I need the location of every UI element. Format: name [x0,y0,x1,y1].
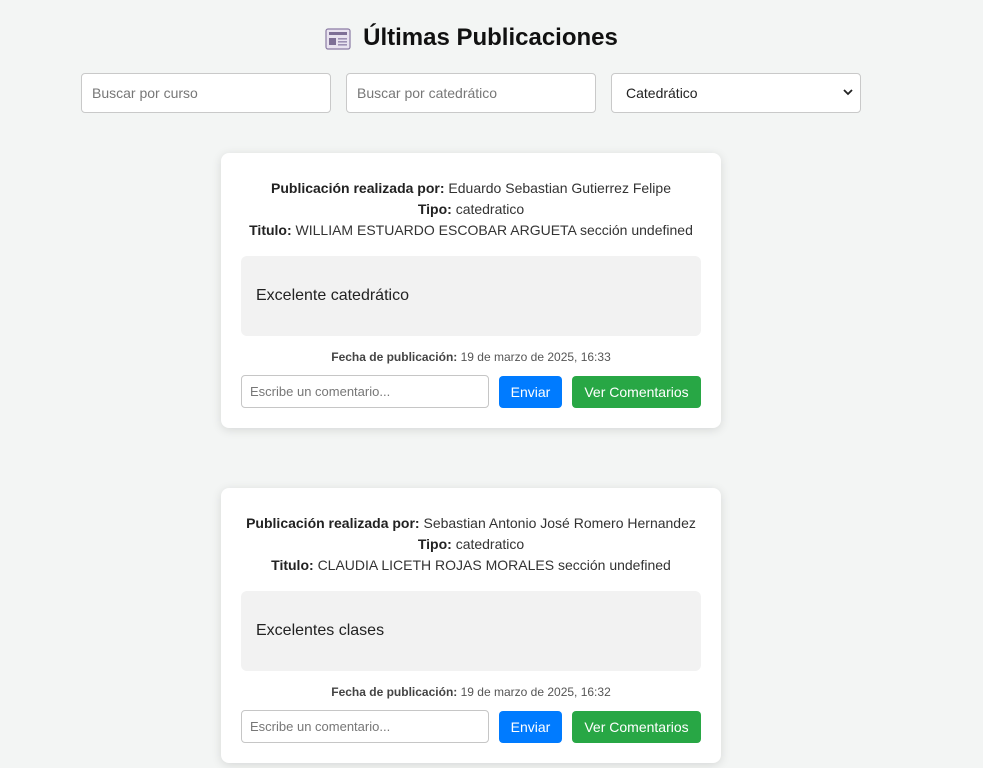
post-content: Excelentes clases [241,591,701,671]
date-label: Fecha de publicación: [331,350,458,364]
post-card: Publicación realizada por: Eduardo Sebas… [221,153,721,428]
page-header: Últimas Publicaciones [0,24,943,52]
comment-input[interactable] [241,710,489,743]
post-type-line: Tipo: catedratico [221,199,721,220]
post-card: Publicación realizada por: Sebastian Ant… [221,488,721,763]
view-comments-button[interactable]: Ver Comentarios [572,376,701,408]
post-date-line: Fecha de publicación: 19 de marzo de 202… [221,350,721,364]
post-date: 19 de marzo de 2025, 16:33 [460,350,611,364]
post-type-line: Tipo: catedratico [221,534,721,555]
type-select-wrapper: Catedrático [611,73,861,113]
type-label: Tipo: [417,201,452,217]
type-label: Tipo: [417,536,452,552]
professor-search-input[interactable] [346,73,596,113]
page-title: Últimas Publicaciones [363,24,618,51]
type-select[interactable]: Catedrático [611,73,861,113]
send-button[interactable]: Enviar [499,711,562,743]
post-author-line: Publicación realizada por: Eduardo Sebas… [221,178,721,199]
post-title-line: Titulo: WILLIAM ESTUARDO ESCOBAR ARGUETA… [221,220,721,241]
view-comments-button[interactable]: Ver Comentarios [572,711,701,743]
post-title: CLAUDIA LICETH ROJAS MORALES sección und… [317,557,671,573]
post-author: Sebastian Antonio José Romero Hernandez [423,515,696,531]
newspaper-icon [325,28,351,50]
comment-input[interactable] [241,375,489,408]
post-author-line: Publicación realizada por: Sebastian Ant… [221,513,721,534]
post-date-line: Fecha de publicación: 19 de marzo de 202… [221,685,721,699]
date-label: Fecha de publicación: [331,685,458,699]
post-title: WILLIAM ESTUARDO ESCOBAR ARGUETA sección… [295,222,693,238]
course-search-input[interactable] [81,73,331,113]
post-title-line: Titulo: CLAUDIA LICETH ROJAS MORALES sec… [221,555,721,576]
title-label: Titulo: [249,222,292,238]
post-meta: Publicación realizada por: Eduardo Sebas… [221,178,721,241]
post-type: catedratico [455,536,525,552]
post-content: Excelente catedrático [241,256,701,336]
post-date: 19 de marzo de 2025, 16:32 [460,685,611,699]
author-label: Publicación realizada por: [271,180,445,196]
post-type: catedratico [455,201,525,217]
post-author: Eduardo Sebastian Gutierrez Felipe [448,180,671,196]
author-label: Publicación realizada por: [246,515,420,531]
send-button[interactable]: Enviar [499,376,562,408]
title-label: Titulo: [271,557,314,573]
post-meta: Publicación realizada por: Sebastian Ant… [221,513,721,576]
